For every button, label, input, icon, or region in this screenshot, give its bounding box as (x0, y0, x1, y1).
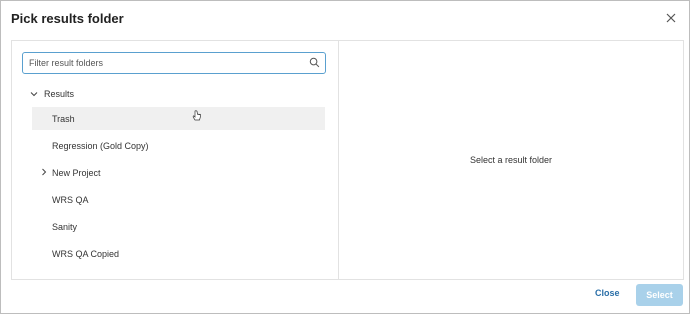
filter-input[interactable] (29, 56, 299, 70)
pick-results-folder-dialog: Pick results folder Results Trash Regres… (0, 0, 690, 314)
tree-root-label: Results (44, 89, 75, 99)
tree-item-new-project[interactable]: New Project (32, 161, 325, 184)
tree-item-regression-gold-copy[interactable]: Regression (Gold Copy) (32, 134, 325, 157)
tree-item-wrs-qa-copied[interactable]: WRS QA Copied (32, 242, 325, 265)
filter-field[interactable] (22, 52, 326, 74)
tree-item-label: Regression (Gold Copy) (52, 140, 149, 151)
tree-item-trash[interactable]: Trash (32, 107, 325, 130)
search-icon[interactable] (309, 57, 320, 68)
tree-item-label: WRS QA Copied (52, 248, 120, 259)
tree-item-wrs-qa[interactable]: WRS QA (32, 188, 325, 211)
chevron-down-icon[interactable] (30, 90, 38, 98)
folder-tree-panel: Results Trash Regression (Gold Copy) New… (11, 40, 338, 280)
hand-cursor-icon (192, 110, 201, 121)
chevron-right-icon[interactable] (40, 168, 48, 176)
tree-item-label: Trash (52, 113, 75, 124)
tree-item-label: Sanity (52, 221, 78, 232)
close-button[interactable]: Close (595, 288, 620, 298)
tree-root-results[interactable]: Results (30, 87, 74, 101)
empty-state-text: Select a result folder (469, 155, 553, 165)
tree-item-label: New Project (52, 167, 101, 178)
folder-detail-panel: Select a result folder (338, 40, 684, 280)
close-icon[interactable] (663, 10, 679, 26)
select-button[interactable]: Select (636, 284, 683, 306)
dialog-title: Pick results folder (11, 11, 124, 26)
tree-item-sanity[interactable]: Sanity (32, 215, 325, 238)
tree-item-label: WRS QA (52, 194, 89, 205)
